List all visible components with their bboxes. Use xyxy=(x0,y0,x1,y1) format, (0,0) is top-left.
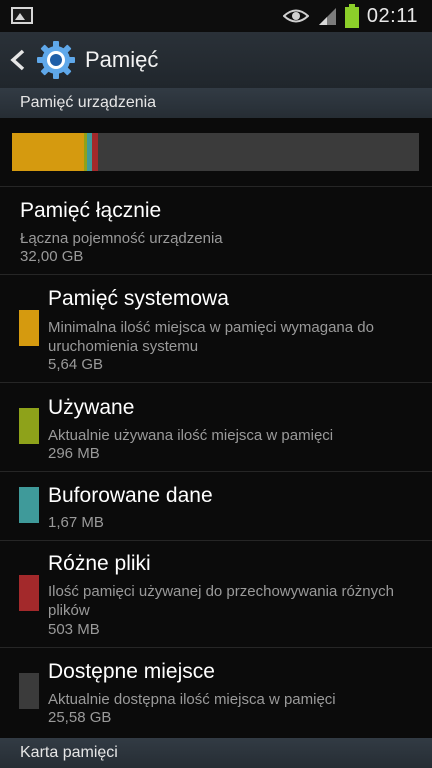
clock: 02:11 xyxy=(366,4,418,27)
status-icons: 02:11 xyxy=(282,0,418,32)
divider xyxy=(0,274,432,275)
total-title: Pamięć łącznie xyxy=(20,199,162,222)
used-title: Używane xyxy=(48,396,135,419)
usage-segment-misc xyxy=(92,133,99,171)
total-desc: Łączna pojemność urządzenia xyxy=(20,230,223,247)
cached-value: 1,67 MB xyxy=(48,514,104,531)
section-header-device: Pamięć urządzenia xyxy=(0,88,432,118)
storage-usage-bar xyxy=(12,133,419,171)
usage-segment-system xyxy=(12,133,84,171)
page-title: Pamięć xyxy=(85,47,159,72)
signal-icon xyxy=(318,8,336,25)
back-icon[interactable] xyxy=(9,49,27,71)
system-desc: Minimalna ilość miejsca w pamięci wymaga… xyxy=(48,319,374,355)
used-value: 296 MB xyxy=(48,445,100,462)
used-desc: Aktualnie używana ilość miejsca w pamięc… xyxy=(48,427,334,444)
misc-title: Różne pliki xyxy=(48,552,151,575)
divider xyxy=(0,471,432,472)
divider xyxy=(0,540,432,541)
system-value: 5,64 GB xyxy=(48,356,104,373)
divider xyxy=(0,186,432,187)
cached-title: Buforowane dane xyxy=(48,484,213,507)
divider xyxy=(0,382,432,383)
eye-icon xyxy=(282,9,309,23)
misc-value: 503 MB xyxy=(48,621,100,638)
section-header-card: Karta pamięci xyxy=(0,738,432,768)
available-desc: Aktualnie dostępna ilość miejsca w pamię… xyxy=(48,691,336,708)
system-title: Pamięć systemowa xyxy=(48,287,229,310)
misc-color-swatch xyxy=(19,575,39,611)
available-value: 25,58 GB xyxy=(48,709,112,726)
total-value: 32,00 GB xyxy=(20,248,84,265)
used-color-swatch xyxy=(19,408,39,444)
action-bar: Pamięć xyxy=(0,32,432,89)
available-color-swatch xyxy=(19,673,39,709)
battery-icon xyxy=(344,4,359,28)
divider xyxy=(0,647,432,648)
system-color-swatch xyxy=(19,310,39,346)
status-bar: 02:11 xyxy=(0,0,432,32)
gallery-notification-icon xyxy=(11,7,33,24)
gear-icon[interactable] xyxy=(36,40,76,80)
available-title: Dostępne miejsce xyxy=(48,660,215,683)
cached-color-swatch xyxy=(19,487,39,523)
misc-desc: Ilość pamięci używanej do przechowywania… xyxy=(48,583,394,619)
